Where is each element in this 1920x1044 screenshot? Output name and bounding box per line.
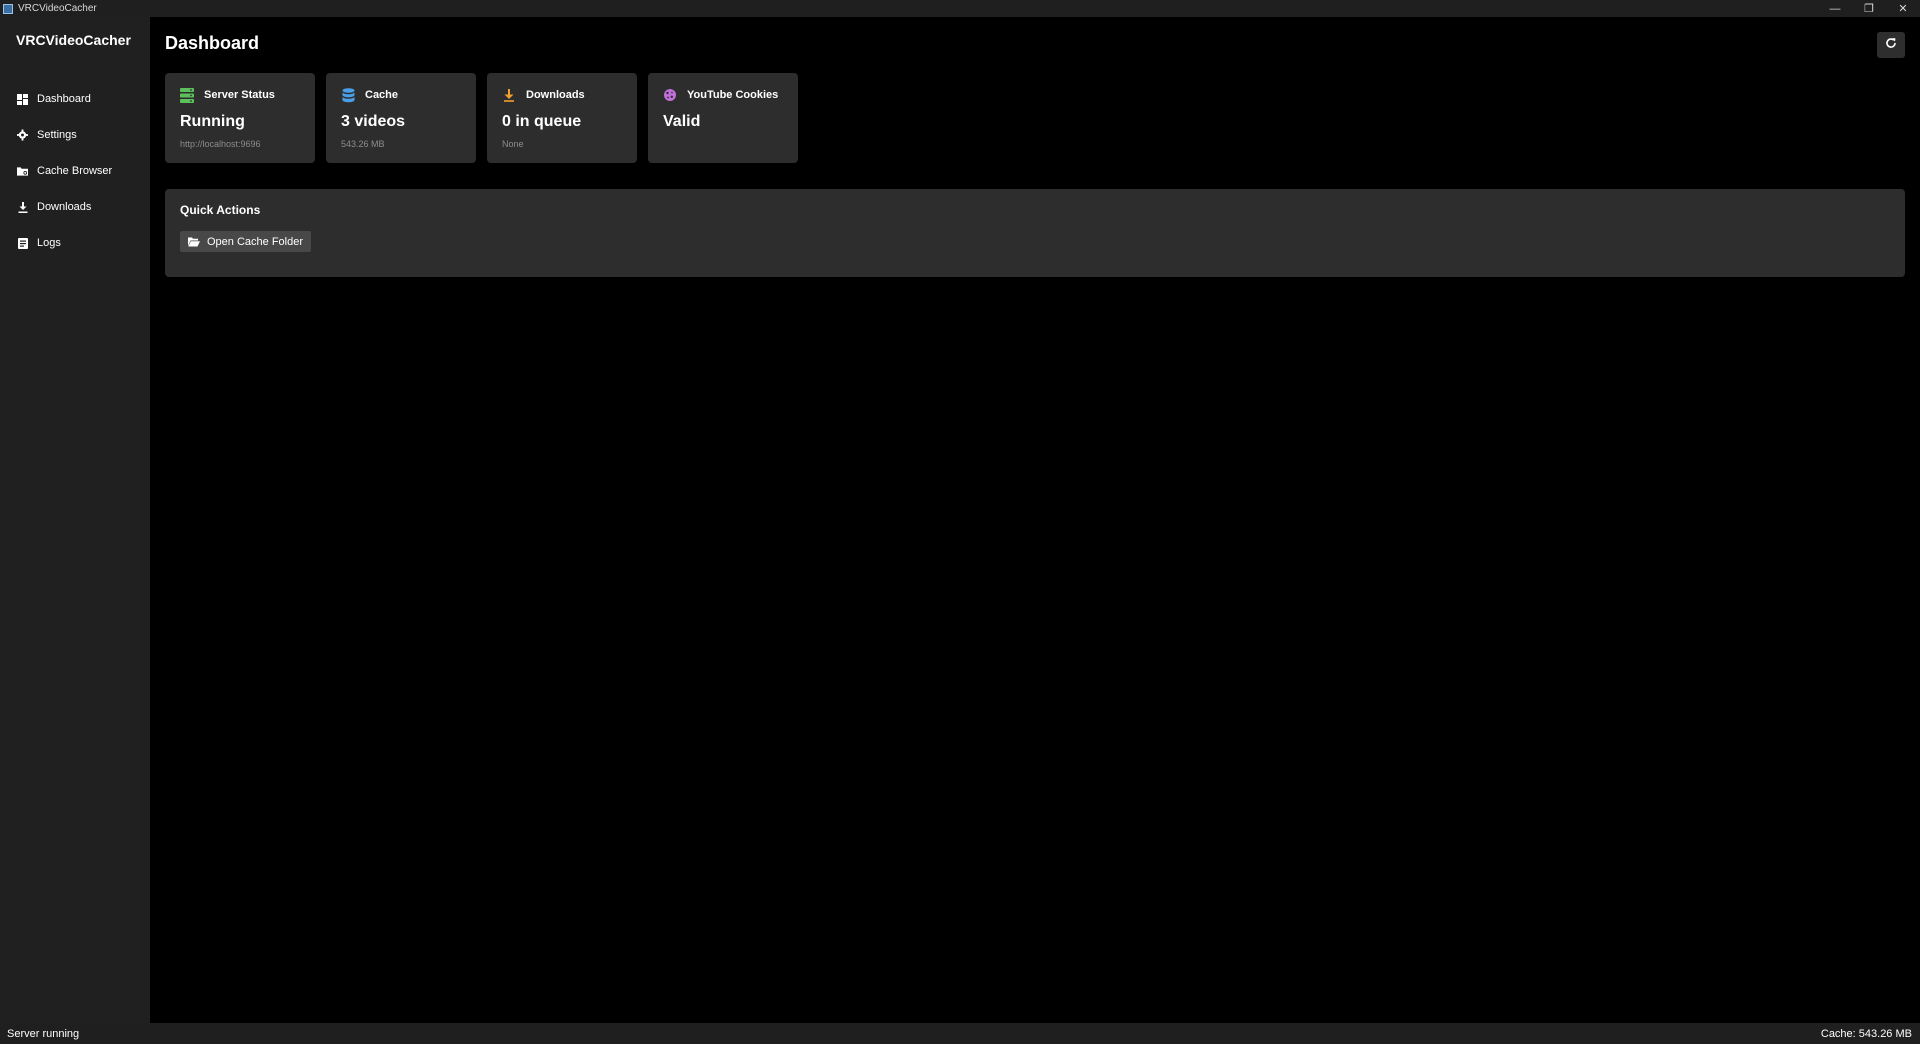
card-label: YouTube Cookies	[687, 89, 779, 101]
status-bar: Server running Cache: 543.26 MB	[0, 1023, 1920, 1044]
window-controls: — ❐ ✕	[1818, 0, 1920, 17]
folder-icon	[17, 166, 28, 177]
cookie-icon	[663, 88, 677, 102]
sidebar: VRCVideoCacher Dashboard Settings Cache …	[0, 17, 150, 1023]
database-icon	[341, 87, 355, 102]
sidebar-item-settings[interactable]: Settings	[0, 117, 150, 153]
main-content: Dashboard Server Status Running http://l…	[150, 17, 1920, 1023]
sidebar-item-cache-browser[interactable]: Cache Browser	[0, 153, 150, 189]
download-icon	[17, 201, 28, 213]
card-value: Running	[180, 113, 245, 130]
cache-card: Cache 3 videos 543.26 MB	[326, 73, 476, 163]
open-cache-folder-label: Open Cache Folder	[207, 235, 303, 248]
card-subtext: 543.26 MB	[341, 139, 385, 149]
app-brand: VRCVideoCacher	[16, 32, 131, 48]
sidebar-item-label: Downloads	[37, 201, 92, 213]
downloads-card: Downloads 0 in queue None	[487, 73, 637, 163]
app-icon	[3, 3, 13, 14]
sidebar-item-downloads[interactable]: Downloads	[0, 189, 150, 225]
minimize-button[interactable]: —	[1818, 0, 1852, 17]
gear-icon	[17, 129, 28, 141]
title-bar: VRCVideoCacher — ❐ ✕	[0, 0, 1920, 17]
card-value: Valid	[663, 113, 701, 130]
dashboard-icon	[17, 93, 28, 105]
sidebar-item-label: Settings	[37, 129, 77, 141]
card-label: Server Status	[204, 89, 275, 101]
server-icon	[180, 87, 194, 103]
close-button[interactable]: ✕	[1886, 0, 1920, 17]
folder-open-icon	[188, 237, 200, 247]
card-subtext: http://localhost:9696	[180, 139, 261, 149]
window-title: VRCVideoCacher	[18, 3, 97, 14]
refresh-icon	[1885, 36, 1897, 54]
quick-actions-panel: Quick Actions Open Cache Folder	[165, 189, 1905, 277]
cache-size-status: Cache: 543.26 MB	[1820, 1027, 1912, 1040]
sidebar-item-logs[interactable]: Logs	[0, 225, 150, 261]
card-label: Downloads	[526, 89, 585, 101]
log-icon	[17, 237, 28, 249]
quick-actions-title: Quick Actions	[180, 203, 261, 217]
card-label: Cache	[365, 89, 399, 101]
sidebar-item-label: Dashboard	[37, 93, 91, 105]
page-title: Dashboard	[165, 33, 260, 53]
youtube-cookies-card: YouTube Cookies Valid	[648, 73, 798, 163]
open-cache-folder-button[interactable]: Open Cache Folder	[180, 231, 311, 252]
card-value: 3 videos	[341, 113, 406, 130]
status-text: Server running	[7, 1027, 80, 1040]
server-status-card: Server Status Running http://localhost:9…	[165, 73, 315, 163]
restore-button[interactable]: ❐	[1852, 0, 1886, 17]
sidebar-item-label: Cache Browser	[37, 165, 113, 177]
card-subtext: None	[502, 139, 524, 149]
download-icon	[502, 88, 516, 102]
sidebar-item-label: Logs	[37, 237, 61, 249]
refresh-button[interactable]	[1877, 32, 1905, 58]
sidebar-nav: Dashboard Settings Cache Browser Downloa…	[0, 81, 150, 261]
card-value: 0 in queue	[502, 113, 582, 130]
sidebar-item-dashboard[interactable]: Dashboard	[0, 81, 150, 117]
